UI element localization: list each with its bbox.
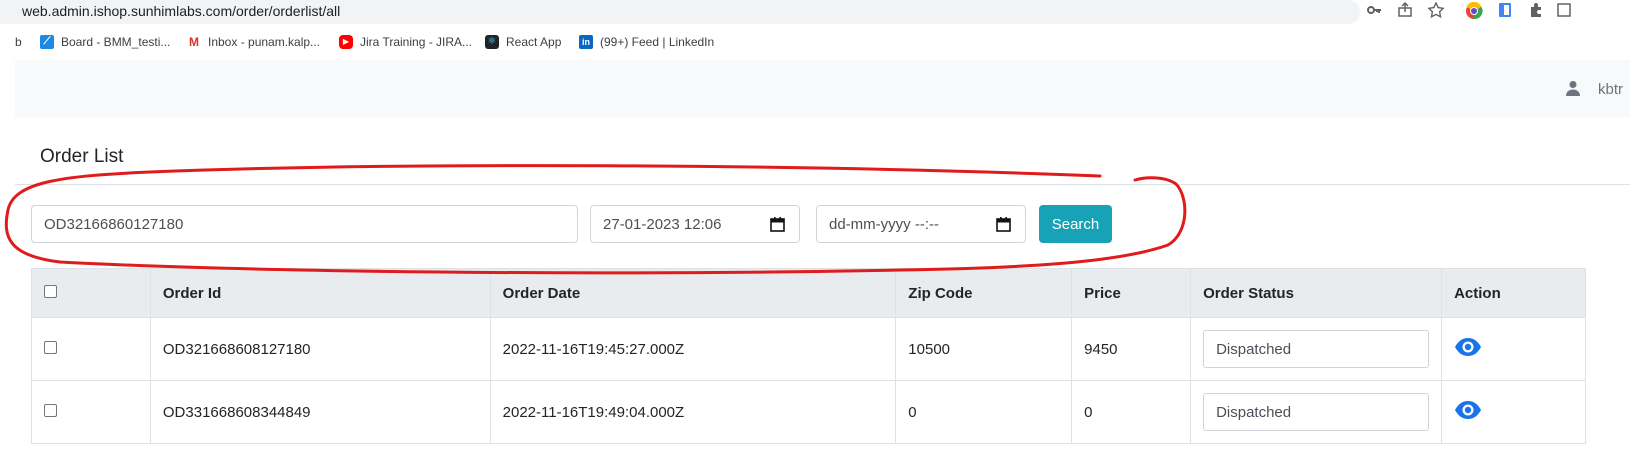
bookmark-label: Inbox - punam.kalp... — [208, 35, 321, 49]
reader-extension-icon[interactable] — [1495, 2, 1515, 22]
order-status-cell: Dispatched — [1190, 317, 1443, 381]
column-header-order-date: Order Date — [489, 268, 897, 318]
bookmark-label: Jira Training - JIRA... — [360, 35, 473, 49]
row-select-cell — [31, 380, 151, 444]
start-date-input[interactable]: 27-01-2023 12:06 — [590, 205, 800, 243]
order-id-cell: OD321668608127180 — [149, 317, 491, 381]
orders-table: Order Id Order Date Zip Code Price Order… — [31, 268, 1586, 444]
order-id-search-input[interactable]: OD32166860127180 — [31, 205, 578, 243]
bookmark-item[interactable]: ⟋ Board - BMM_testi... — [40, 33, 170, 51]
row-checkbox[interactable] — [44, 340, 57, 354]
puzzle-icon[interactable] — [1526, 2, 1546, 22]
row-select-cell — [31, 317, 151, 381]
address-bar[interactable]: web.admin.ishop.sunhimlabs.com/order/ord… — [0, 0, 1360, 24]
key-icon[interactable] — [1364, 2, 1384, 22]
row-checkbox[interactable] — [44, 403, 57, 417]
column-header-order-status: Order Status — [1190, 268, 1443, 318]
bookmark-item[interactable]: in (99+) Feed | LinkedIn — [579, 33, 714, 51]
bookmark-item[interactable]: M Inbox - punam.kalp... — [187, 33, 320, 51]
divider — [15, 184, 1630, 185]
bookmark-item[interactable]: b — [15, 33, 22, 51]
price-cell: 0 — [1071, 380, 1192, 444]
zip-code-cell: 10500 — [895, 317, 1073, 381]
youtube-icon: ▶ — [339, 35, 353, 49]
url-text: web.admin.ishop.sunhimlabs.com/order/ord… — [22, 3, 341, 19]
table-row: OD321668608127180 2022-11-16T19:45:27.00… — [31, 317, 1586, 381]
linkedin-icon: in — [579, 35, 593, 49]
bookmark-label: (99+) Feed | LinkedIn — [600, 35, 715, 49]
user-icon[interactable] — [1565, 80, 1581, 96]
order-date-cell: 2022-11-16T19:49:04.000Z — [489, 380, 897, 444]
column-header-action: Action — [1441, 268, 1586, 318]
view-eye-icon[interactable] — [1454, 400, 1482, 420]
view-eye-icon[interactable] — [1454, 337, 1482, 357]
page-title: Order List — [40, 146, 124, 167]
bookmark-item[interactable]: ▶ Jira Training - JIRA... — [339, 33, 472, 51]
feather-icon: ⟋ — [40, 35, 54, 49]
select-all-cell — [31, 268, 151, 318]
order-id-value: OD32166860127180 — [44, 215, 184, 233]
end-date-placeholder: dd-mm-yyyy --:-- — [829, 215, 939, 233]
select-all-checkbox[interactable] — [44, 284, 57, 298]
action-cell — [1441, 380, 1586, 444]
bookmark-label: React App — [506, 35, 562, 49]
browser-url-bar: web.admin.ishop.sunhimlabs.com/order/ord… — [0, 0, 1630, 24]
column-header-price: Price — [1071, 268, 1192, 318]
order-status-value: Dispatched — [1216, 340, 1292, 358]
order-status-select[interactable]: Dispatched — [1203, 330, 1430, 368]
chrome-extension-icon[interactable] — [1464, 1, 1484, 22]
end-date-input[interactable]: dd-mm-yyyy --:-- — [816, 205, 1026, 243]
table-header-row: Order Id Order Date Zip Code Price Order… — [31, 268, 1586, 318]
start-date-value: 27-01-2023 12:06 — [603, 215, 722, 233]
app-header — [15, 60, 1630, 117]
order-status-value: Dispatched — [1216, 403, 1292, 421]
order-date-cell: 2022-11-16T19:45:27.000Z — [489, 317, 897, 381]
search-button[interactable]: Search — [1039, 205, 1112, 243]
price-cell: 9450 — [1071, 317, 1192, 381]
order-status-select[interactable]: Dispatched — [1203, 393, 1430, 431]
calendar-icon[interactable] — [996, 217, 1011, 232]
calendar-icon[interactable] — [770, 217, 785, 232]
user-name[interactable]: kbtr — [1598, 81, 1623, 98]
gmail-icon: M — [187, 35, 201, 49]
order-status-cell: Dispatched — [1190, 380, 1443, 444]
bookmarks-bar: b ⟋ Board - BMM_testi... M Inbox - punam… — [0, 28, 1630, 56]
action-cell — [1441, 317, 1586, 381]
column-header-zip-code: Zip Code — [895, 268, 1073, 318]
bookmark-label: b — [15, 35, 22, 49]
sidepanel-icon[interactable] — [1554, 2, 1574, 22]
bookmark-label: Board - BMM_testi... — [61, 35, 171, 49]
column-header-order-id: Order Id — [149, 268, 491, 318]
bookmark-item[interactable]: ⚛ React App — [485, 33, 561, 51]
star-icon[interactable] — [1426, 1, 1446, 22]
order-id-cell: OD331668608344849 — [149, 380, 491, 444]
table-row: OD331668608344849 2022-11-16T19:49:04.00… — [31, 380, 1586, 444]
react-icon: ⚛ — [485, 35, 499, 49]
share-icon[interactable] — [1395, 1, 1415, 22]
zip-code-cell: 0 — [895, 380, 1073, 444]
